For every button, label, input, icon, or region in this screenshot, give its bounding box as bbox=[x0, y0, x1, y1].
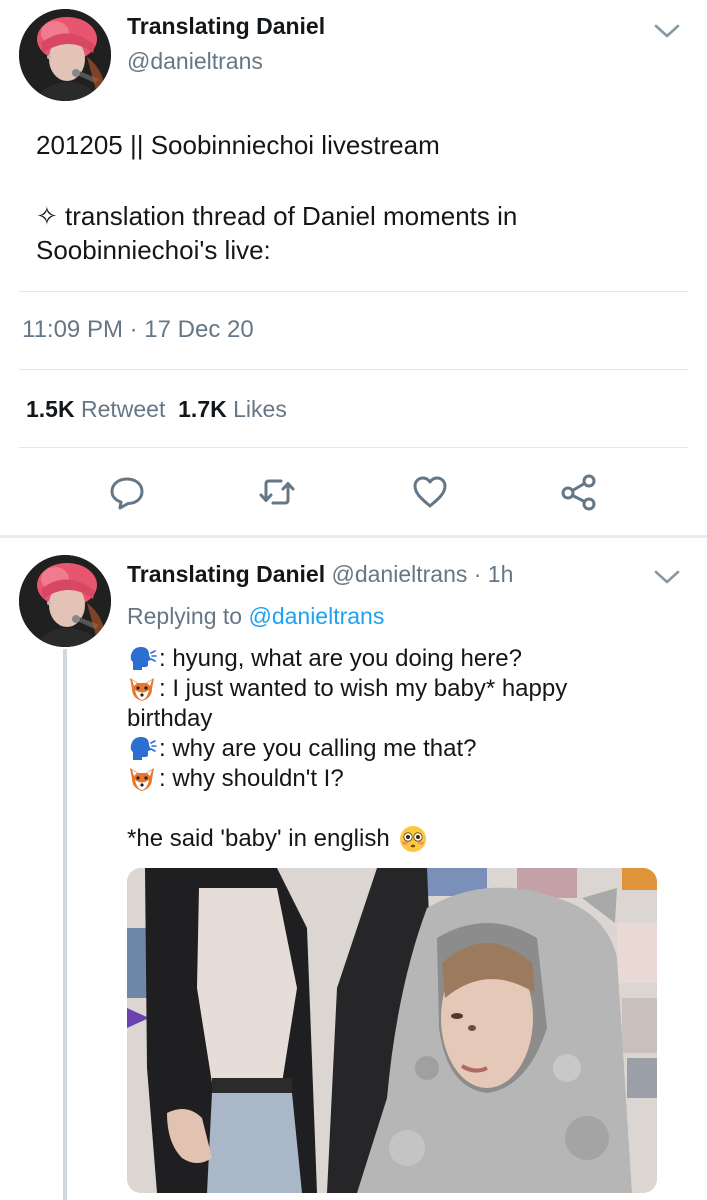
chevron-down-icon[interactable] bbox=[652, 20, 682, 42]
reply-header: Translating Daniel @danieltrans · 1h bbox=[127, 561, 513, 588]
fox-face-icon bbox=[127, 764, 157, 794]
reply-icon[interactable] bbox=[105, 470, 149, 514]
replying-prefix: Replying to bbox=[127, 603, 243, 629]
reply-text-line: birthday bbox=[127, 704, 212, 734]
reply-line-text: : hyung, what are you doing here? bbox=[159, 645, 522, 672]
like-count[interactable]: 1.7K bbox=[178, 396, 227, 422]
reply-line-text: : why are you calling me that? bbox=[159, 735, 477, 762]
tweet-text-line: ✧ translation thread of Daniel moments i… bbox=[36, 201, 518, 231]
display-name[interactable]: Translating Daniel bbox=[127, 13, 325, 40]
divider bbox=[19, 369, 688, 370]
avatar[interactable] bbox=[19, 555, 111, 647]
main-tweet: Translating Daniel @danieltrans 201205 |… bbox=[0, 0, 707, 537]
flushed-face-icon bbox=[398, 824, 428, 854]
share-icon[interactable] bbox=[557, 470, 601, 514]
divider bbox=[19, 447, 688, 448]
reply-text-line: : I just wanted to wish my baby* happy bbox=[127, 674, 567, 704]
engagement-stats: 1.5K Retweet 1.7K Likes bbox=[26, 396, 287, 423]
reply-line-text: birthday bbox=[127, 705, 213, 732]
speaking-head-icon bbox=[127, 734, 157, 764]
fox-face-icon bbox=[127, 674, 157, 704]
like-icon[interactable] bbox=[408, 470, 452, 514]
reply-text-line: : why shouldn't I? bbox=[127, 764, 344, 794]
reply-line-text: : I just wanted to wish my baby* happy bbox=[159, 675, 568, 702]
avatar-image bbox=[19, 555, 111, 647]
replying-to-link[interactable]: @danieltrans bbox=[248, 603, 384, 629]
replying-to: Replying to @danieltrans bbox=[127, 603, 384, 630]
retweet-label[interactable]: Retweet bbox=[81, 396, 165, 422]
divider bbox=[19, 291, 688, 292]
reply-line-text: : why shouldn't I? bbox=[159, 765, 344, 792]
section-separator bbox=[0, 535, 707, 538]
retweet-count[interactable]: 1.5K bbox=[26, 396, 75, 422]
tweet-media-image[interactable] bbox=[127, 868, 657, 1193]
tweet-text-line: 201205 || Soobinniechoi livestream bbox=[36, 130, 440, 160]
chevron-down-icon[interactable] bbox=[652, 566, 682, 588]
tweet-text-line: Soobinniechoi's live: bbox=[36, 235, 271, 265]
display-name[interactable]: Translating Daniel bbox=[127, 561, 325, 587]
tweet-thread-page: Translating Daniel @danieltrans 201205 |… bbox=[0, 0, 707, 1200]
tweet-timestamp[interactable]: 11:09 PM · 17 Dec 20 bbox=[22, 316, 254, 344]
thread-line bbox=[63, 649, 67, 1200]
reply-text-line: : hyung, what are you doing here? bbox=[127, 644, 522, 674]
like-label[interactable]: Likes bbox=[233, 396, 287, 422]
avatar[interactable] bbox=[19, 9, 111, 101]
handle-and-time[interactable]: @danieltrans · 1h bbox=[332, 561, 514, 587]
reply-note-text: *he said 'baby' in english bbox=[127, 825, 390, 852]
reply-note-line: *he said 'baby' in english bbox=[127, 824, 430, 854]
reply-text-line: : why are you calling me that? bbox=[127, 734, 477, 764]
retweet-icon[interactable] bbox=[255, 470, 299, 514]
speaking-head-icon bbox=[127, 644, 157, 674]
user-handle[interactable]: @danieltrans bbox=[127, 48, 263, 75]
avatar-image bbox=[19, 9, 111, 101]
media-photo bbox=[127, 868, 657, 1193]
